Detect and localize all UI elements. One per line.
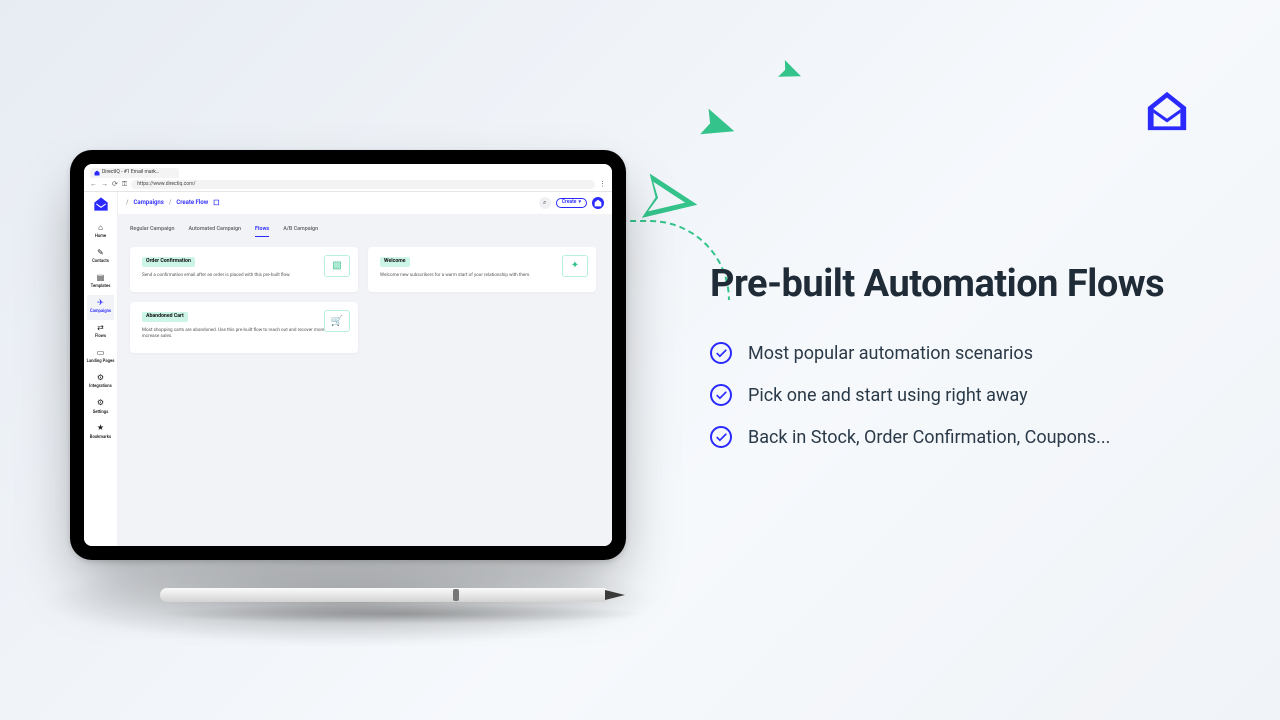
flow-card-desc: Welcome new subscribers for a warm start… bbox=[380, 273, 584, 278]
create-button[interactable]: Create ▾ bbox=[556, 198, 587, 209]
promo-headline: Pre-built Automation Flows bbox=[710, 262, 1164, 306]
sidebar-item-campaigns[interactable]: ✈ Campaigns bbox=[87, 295, 115, 320]
sidebar-item-label: Home bbox=[95, 234, 106, 239]
browser-address-bar: ← → ⟳ ⚿ https://www.directiq.com/ ⋮ bbox=[84, 178, 612, 192]
sidebar-item-settings[interactable]: ⚙ Settings bbox=[87, 395, 115, 420]
home-icon: ⌂ bbox=[87, 223, 115, 232]
flow-card-illus-icon: ▧ bbox=[324, 255, 350, 277]
browser-reload-icon[interactable]: ⟳ bbox=[112, 180, 118, 188]
brand-logo bbox=[1144, 88, 1190, 138]
sidebar-item-flows[interactable]: ⇄ Flows bbox=[87, 320, 115, 345]
browser-lock-icon: ⚿ bbox=[122, 180, 127, 188]
sidebar-item-contacts[interactable]: ✎ Contacts bbox=[87, 245, 115, 270]
contacts-icon: ✎ bbox=[87, 248, 115, 257]
paper-plane-icon bbox=[695, 103, 742, 152]
tab-a-b-campaign[interactable]: A/B Campaign bbox=[283, 226, 318, 237]
promo-bullet-text: Most popular automation scenarios bbox=[748, 343, 1033, 364]
integrations-icon: ⚙ bbox=[87, 373, 115, 382]
browser-tab[interactable]: DirectIQ - #1 Email mark… bbox=[90, 168, 179, 178]
browser-back-icon[interactable]: ← bbox=[90, 180, 97, 188]
paper-plane-icon bbox=[774, 57, 807, 92]
sidebar-item-home[interactable]: ⌂ Home bbox=[87, 220, 115, 245]
stylus bbox=[120, 588, 660, 628]
url-field[interactable]: https://www.directiq.com/ bbox=[131, 180, 595, 189]
flow-card-title: Abandoned Cart bbox=[142, 312, 188, 322]
flow-card-welcome[interactable]: ✦ Welcome Welcome new subscribers for a wa… bbox=[368, 247, 596, 292]
tab-regular-campaign[interactable]: Regular Campaign bbox=[130, 226, 174, 237]
sidebar-item-label: Integrations bbox=[89, 384, 112, 389]
flow-card-illus-icon: 🛒 bbox=[324, 310, 350, 332]
promo-bullets: Most popular automation scenarios Pick on… bbox=[710, 342, 1164, 448]
breadcrumb-item[interactable]: Create Flow bbox=[176, 200, 208, 207]
check-circle-icon bbox=[710, 342, 732, 364]
sidebar-item-label: Campaigns bbox=[90, 309, 111, 314]
flow-card-order-confirmation[interactable]: ▧ Order Confirmation Send a confirmation e… bbox=[130, 247, 358, 292]
promo-bullet: Most popular automation scenarios bbox=[710, 342, 1164, 364]
campaigns-icon: ✈ bbox=[87, 298, 115, 307]
promo-bullet: Pick one and start using right away bbox=[710, 384, 1164, 406]
tabs: Regular Campaign Automated Campaign Flows A… bbox=[118, 214, 612, 237]
settings-icon: ⚙ bbox=[87, 398, 115, 407]
promo-section: Pre-built Automation Flows Most popular … bbox=[710, 262, 1164, 468]
sidebar-item-label: Flows bbox=[95, 334, 106, 339]
browser-tab-row: DirectIQ - #1 Email mark… bbox=[84, 164, 612, 178]
tablet-mockup: DirectIQ - #1 Email mark… ← → ⟳ ⚿ https:… bbox=[70, 150, 626, 560]
create-button-label: Create bbox=[562, 200, 577, 206]
browser-forward-icon[interactable]: → bbox=[101, 180, 108, 188]
sidebar-item-templates[interactable]: ▤ Templates bbox=[87, 270, 115, 295]
topbar: / Campaigns / Create Flow ☐ ⌕ Create ▾ bbox=[118, 192, 612, 214]
bookmarks-icon: ★ bbox=[87, 423, 115, 432]
breadcrumb-item[interactable]: Campaigns bbox=[133, 200, 163, 207]
flow-card-desc: Send a confirmation email after an order… bbox=[142, 273, 346, 278]
templates-icon: ▤ bbox=[87, 273, 115, 282]
sidebar: ⌂ Home ✎ Contacts ▤ Templates ✈ Campaigns ⇄ Flows… bbox=[84, 192, 118, 546]
app-logo[interactable] bbox=[93, 196, 109, 214]
sidebar-item-bookmarks[interactable]: ★ Bookmarks bbox=[87, 420, 115, 445]
chevron-down-icon: ▾ bbox=[578, 200, 581, 206]
sidebar-item-label: Bookmarks bbox=[90, 435, 111, 440]
tab-flows[interactable]: Flows bbox=[255, 226, 269, 237]
promo-bullet-text: Back in Stock, Order Confirmation, Coupo… bbox=[748, 427, 1110, 448]
sidebar-item-integrations[interactable]: ⚙ Integrations bbox=[87, 370, 115, 395]
flow-cards-grid: ▧ Order Confirmation Send a confirmation e… bbox=[118, 237, 612, 363]
avatar-icon bbox=[594, 199, 602, 207]
flow-card-illus-icon: ✦ bbox=[562, 255, 588, 277]
sidebar-item-label: Settings bbox=[93, 410, 109, 415]
promo-bullet-text: Pick one and start using right away bbox=[748, 385, 1028, 406]
search-button[interactable]: ⌕ bbox=[539, 197, 551, 209]
breadcrumb: / Campaigns / Create Flow ☐ bbox=[126, 199, 220, 207]
sidebar-item-label: Templates bbox=[91, 284, 111, 289]
flow-card-desc: Most shopping carts are abandoned. Use t… bbox=[142, 328, 346, 339]
flow-card-title: Order Confirmation bbox=[142, 257, 195, 267]
tablet-screen: DirectIQ - #1 Email mark… ← → ⟳ ⚿ https:… bbox=[84, 164, 612, 546]
flow-card-title: Welcome bbox=[380, 257, 410, 267]
flows-icon: ⇄ bbox=[87, 323, 115, 332]
search-icon: ⌕ bbox=[543, 200, 546, 207]
avatar[interactable] bbox=[592, 197, 604, 209]
flow-card-abandoned-cart[interactable]: 🛒 Abandoned Cart Most shopping carts are a… bbox=[130, 302, 358, 353]
browser-tab-title: DirectIQ - #1 Email mark… bbox=[102, 170, 159, 176]
check-circle-icon bbox=[710, 384, 732, 406]
check-circle-icon bbox=[710, 426, 732, 448]
sidebar-item-landing-pages[interactable]: ▭ Landing Pages bbox=[87, 345, 115, 370]
promo-bullet: Back in Stock, Order Confirmation, Coupo… bbox=[710, 426, 1164, 448]
sidebar-item-label: Landing Pages bbox=[87, 359, 115, 364]
landing-pages-icon: ▭ bbox=[87, 348, 115, 357]
browser-menu-icon[interactable]: ⋮ bbox=[599, 180, 606, 188]
tab-automated-campaign[interactable]: Automated Campaign bbox=[188, 226, 241, 237]
bookmark-icon[interactable]: ☐ bbox=[213, 199, 219, 207]
brand-favicon-icon bbox=[94, 170, 100, 176]
sidebar-item-label: Contacts bbox=[92, 259, 109, 264]
